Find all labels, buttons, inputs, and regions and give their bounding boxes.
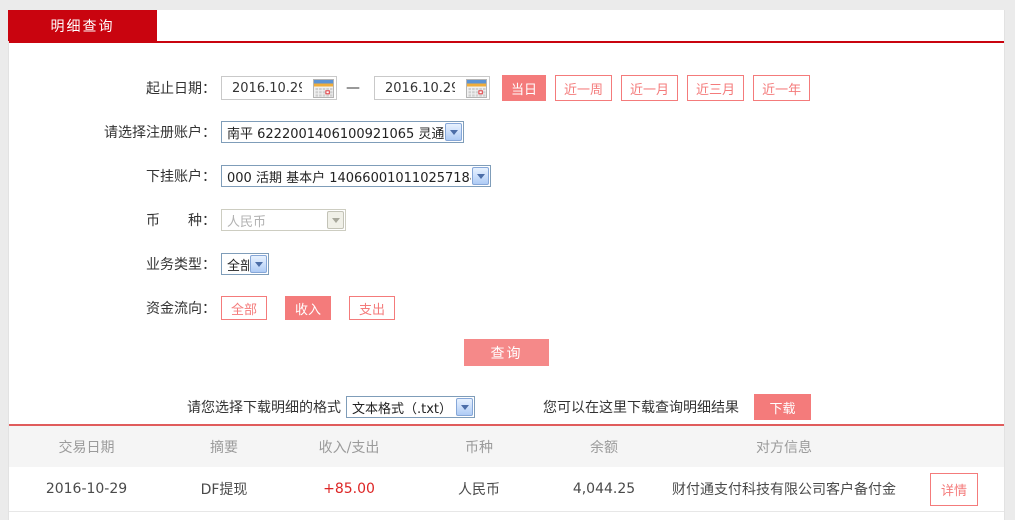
header-summary: 摘要 — [210, 439, 238, 456]
download-format-label: 请您选择下载明细的格式 — [187, 400, 341, 416]
table-header-row: 交易日期 摘要 收入/支出 币种 余额 对方信息 — [9, 426, 1004, 467]
chevron-down-icon[interactable] — [472, 167, 489, 185]
quick-range-week-button[interactable]: 近一周 — [555, 75, 613, 101]
fund-flow-row: 资金流向： 全部 收入 支出 — [9, 295, 1004, 321]
cell-counterparty: 财付通支付科技有限公司客户备付金 — [672, 482, 896, 498]
cell-trade-date: 2016-10-29 — [45, 481, 128, 497]
cell-balance: 4,044.25 — [572, 481, 636, 497]
fund-flow-income-button[interactable]: 收入 — [285, 296, 332, 320]
end-date-field[interactable] — [374, 76, 490, 100]
register-account-value: 南平 6222001406100921065 灵通卡 — [227, 126, 444, 142]
content-panel: 明细查询 起止日期： 2016.10.29 — 2016.10.29 当日 近一… — [8, 10, 1005, 520]
quick-range-year-button[interactable]: 近一年 — [753, 75, 811, 101]
quick-range-month-button[interactable]: 近一月 — [621, 75, 679, 101]
chevron-down-icon[interactable] — [456, 398, 473, 416]
date-range-label: 起止日期： — [146, 81, 216, 97]
business-type-label: 业务类型： — [146, 257, 216, 273]
start-date-field[interactable] — [221, 76, 337, 100]
cell-summary: DF提现 — [200, 482, 248, 498]
quick-range-today-button[interactable]: 当日 — [502, 75, 547, 101]
sub-account-value: 000 活期 基本户 1406600101102571848 — [227, 170, 471, 186]
currency-row: 币 种： 人民币 — [9, 207, 1004, 233]
header-income-expense: 收入/支出 — [318, 439, 380, 456]
download-format-value: 文本格式（.txt） — [352, 401, 453, 417]
register-account-row: 请选择注册账户： 南平 6222001406100921065 灵通卡 — [9, 119, 1004, 145]
query-form: 起止日期： — — [9, 43, 1004, 366]
header-currency: 币种 — [465, 439, 493, 456]
calendar-icon[interactable] — [466, 78, 487, 98]
fund-flow-label: 资金流向： — [146, 301, 216, 317]
cell-amount: +85.00 — [323, 481, 375, 497]
calendar-icon[interactable] — [313, 78, 334, 98]
tab-detail-query[interactable]: 明细查询 — [8, 10, 157, 41]
cell-currency: 人民币 — [458, 482, 500, 498]
query-button[interactable]: 查询 — [464, 339, 549, 366]
sub-account-row: 下挂账户： 000 活期 基本户 1406600101102571848 — [9, 163, 1004, 189]
register-account-select[interactable]: 南平 6222001406100921065 灵通卡 — [221, 121, 464, 143]
currency-value: 人民币 — [227, 214, 267, 230]
currency-label: 币 种： — [146, 213, 216, 229]
table-row: 2016-10-29 DF提现 +85.00 人民币 4,044.25 财付通支… — [9, 467, 1004, 512]
download-row: 请您选择下载明细的格式 文本格式（.txt） 您可以在这里下载查询明细结果 下载 — [9, 394, 1004, 420]
sub-account-label: 下挂账户： — [146, 169, 216, 185]
business-type-select[interactable]: 全部 — [221, 253, 269, 275]
header-trade-date: 交易日期 — [58, 439, 115, 456]
tab-bar: 明细查询 — [8, 10, 1004, 41]
sub-account-select[interactable]: 000 活期 基本户 1406600101102571848 — [221, 165, 491, 187]
business-type-row: 业务类型： 全部 — [9, 251, 1004, 277]
fund-flow-expense-button[interactable]: 支出 — [349, 296, 396, 320]
download-format-select[interactable]: 文本格式（.txt） — [346, 396, 475, 418]
date-separator: — — [346, 80, 360, 96]
chevron-down-icon — [327, 211, 344, 229]
chevron-down-icon[interactable] — [445, 123, 462, 141]
header-counterparty: 对方信息 — [756, 439, 812, 456]
end-date-input[interactable] — [375, 80, 455, 96]
currency-select: 人民币 — [221, 209, 346, 231]
header-balance: 余额 — [590, 439, 618, 456]
business-type-value: 全部 — [227, 258, 249, 274]
register-account-label: 请选择注册账户： — [104, 125, 216, 141]
chevron-down-icon[interactable] — [250, 255, 267, 273]
start-date-input[interactable] — [222, 80, 302, 96]
quick-range-3months-button[interactable]: 近三月 — [687, 75, 745, 101]
fund-flow-all-button[interactable]: 全部 — [221, 296, 268, 320]
cell-action: 详情 — [904, 472, 1004, 506]
download-hint: 您可以在这里下载查询明细结果 — [543, 400, 739, 416]
date-range-row: 起止日期： — — [9, 75, 1004, 101]
detail-button[interactable]: 详情 — [929, 472, 978, 506]
download-button[interactable]: 下载 — [754, 394, 811, 420]
